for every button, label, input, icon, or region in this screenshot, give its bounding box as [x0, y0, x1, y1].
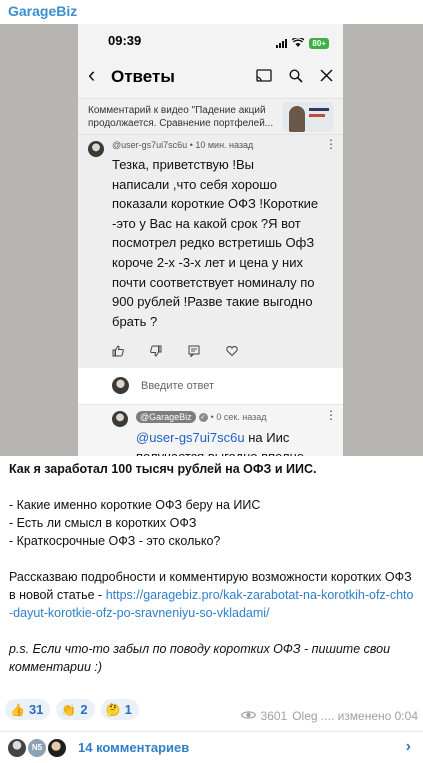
- reply-icon: [188, 345, 200, 357]
- post-text: Как я заработал 100 тысяч рублей на ОФЗ …: [9, 460, 417, 676]
- reactions: 👍 31 👏 2 🤔 1: [5, 699, 139, 720]
- thinking-emoji-icon: 🤔: [105, 702, 121, 717]
- reaction-thinking[interactable]: 🤔 1: [100, 699, 139, 720]
- verified-check-icon: ✓: [198, 412, 208, 422]
- video-reference: Комментарий к видео "Падение акций продо…: [78, 98, 343, 135]
- more-options-icon: ⋮: [325, 137, 337, 151]
- comments-count-label[interactable]: 14 комментариев: [78, 740, 189, 755]
- chevron-right-icon: ›: [405, 738, 411, 755]
- cast-icon: [256, 69, 272, 83]
- post-bullet: - Есть ли смысл в коротких ОФЗ: [9, 516, 197, 530]
- post-ps: p.s. Если что-то забыл по поводу коротки…: [9, 642, 391, 674]
- reaction-count: 2: [80, 702, 88, 717]
- reaction-count: 31: [28, 702, 44, 717]
- page-title: Ответы: [111, 67, 175, 86]
- search-icon: [289, 69, 303, 83]
- video-thumbnail: [283, 102, 333, 132]
- avatar: [46, 737, 68, 759]
- reply-meta: @GarageBiz ✓ • 0 сек. назад: [136, 411, 267, 423]
- reaction-clap[interactable]: 👏 2: [56, 699, 95, 720]
- back-arrow-icon: ‹: [88, 62, 96, 87]
- reply-input-placeholder: Введите ответ: [141, 380, 215, 392]
- reply-mention: @user-gs7ui7sc6u: [136, 430, 245, 445]
- commenter-handle: @user-gs7ui7sc6u: [112, 140, 188, 150]
- post-bullet: - Краткосрочные ОФЗ - это сколько?: [9, 534, 221, 548]
- reply-text: @user-gs7ui7sc6u на Иис получается выгод…: [136, 428, 336, 456]
- heart-icon: [226, 345, 238, 357]
- original-comment: @user-gs7ui7sc6u • 10 мин. назад ⋮ Тезка…: [78, 135, 343, 368]
- view-count: 3601: [260, 709, 288, 723]
- avatar: [6, 737, 28, 759]
- app-bar: ‹ Ответы: [78, 56, 343, 98]
- comment-text: Тезка, приветствую !Вы написали ,что себ…: [112, 157, 319, 329]
- comments-bar[interactable]: N5 14 комментариев ›: [0, 732, 423, 763]
- battery-icon: 80+: [309, 37, 329, 49]
- reaction-count: 1: [124, 702, 132, 717]
- reply-input-row: Введите ответ: [78, 368, 343, 404]
- avatar: N5: [26, 737, 48, 759]
- author-handle-badge: @GarageBiz: [136, 411, 196, 423]
- author-reply: @GarageBiz ✓ • 0 сек. назад ⋮ @user-gs7u…: [78, 404, 343, 456]
- post-meta: 3601 Oleg .... изменено 0:04: [240, 709, 418, 723]
- reply-avatar: [112, 377, 129, 394]
- post-title: Как я заработал 100 тысяч рублей на ОФЗ …: [9, 462, 317, 476]
- reply-more-options-icon: ⋮: [325, 408, 337, 422]
- post-photo[interactable]: 09:39 80+ ‹ Ответы Комментарий к видео "…: [0, 24, 423, 456]
- close-icon: [320, 69, 333, 83]
- channel-name[interactable]: GarageBiz: [8, 3, 77, 19]
- status-time: 09:39: [108, 33, 142, 48]
- status-bar: 09:39 80+: [78, 24, 343, 56]
- clap-emoji-icon: 👏: [61, 702, 77, 717]
- thumbs-down-icon: [150, 345, 162, 357]
- reaction-thumbs-up[interactable]: 👍 31: [5, 699, 51, 720]
- author-and-edited: Oleg .... изменено 0:04: [292, 709, 418, 723]
- comment-time: • 10 мин. назад: [189, 140, 254, 150]
- video-reference-text: Комментарий к видео "Падение акций продо…: [88, 105, 274, 129]
- comment-actions: [112, 345, 238, 357]
- post-bullet: - Какие именно короткие ОФЗ беру на ИИС: [9, 498, 261, 512]
- status-icons: 80+: [276, 34, 329, 52]
- author-avatar: [112, 411, 128, 427]
- thumbs-up-icon: [112, 345, 124, 357]
- thumbs-up-emoji-icon: 👍: [10, 702, 25, 717]
- wifi-icon: [291, 34, 305, 52]
- phone-screenshot: 09:39 80+ ‹ Ответы Комментарий к видео "…: [78, 24, 343, 456]
- reply-time: • 0 сек. назад: [210, 412, 267, 422]
- comment-meta: @user-gs7ui7sc6u • 10 мин. назад: [112, 140, 253, 150]
- signal-icon: [276, 38, 288, 48]
- commenter-avatars: N5: [6, 737, 70, 759]
- eye-icon: [240, 709, 256, 723]
- commenter-avatar: [88, 141, 104, 157]
- app-bar-actions: [256, 69, 333, 83]
- post-paragraph: Рассказваю подробности и комментирую воз…: [9, 568, 417, 622]
